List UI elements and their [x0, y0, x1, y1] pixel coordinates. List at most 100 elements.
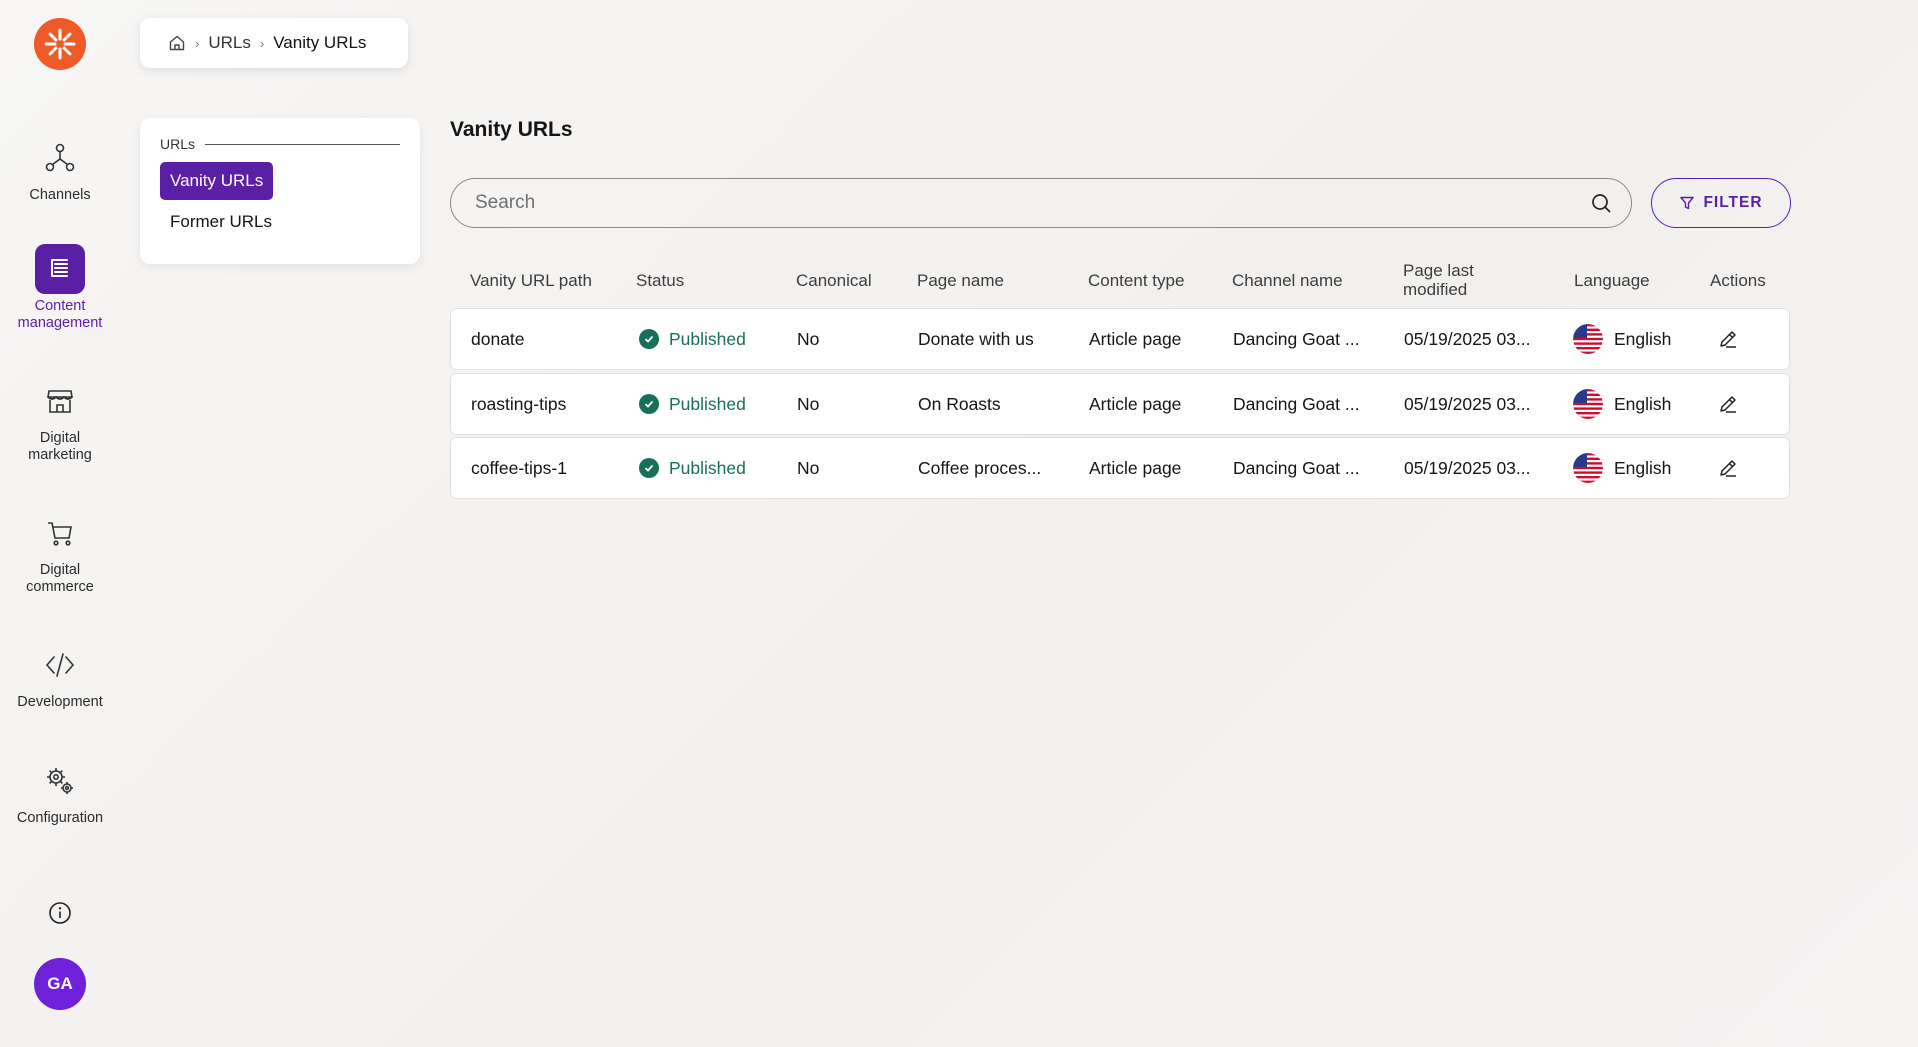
nav-label: marketing [28, 447, 92, 463]
cell-status: Published [639, 374, 746, 434]
home-icon[interactable] [168, 34, 186, 52]
cell-modified: 05/19/2025 03... [1404, 328, 1531, 349]
cell-path: donate [471, 328, 525, 349]
edit-button[interactable] [1715, 455, 1741, 481]
filter-icon [1680, 196, 1695, 210]
nav-label: Development [17, 694, 103, 710]
cell-canonical: No [797, 328, 820, 349]
column-header-actions: Actions [1710, 270, 1766, 290]
nav-development[interactable]: Development [0, 640, 120, 711]
page-title: Vanity URLs [450, 118, 573, 141]
pencil-icon [1720, 460, 1736, 477]
search-box [450, 178, 1632, 228]
cell-modified: 05/19/2025 03... [1404, 393, 1531, 414]
submenu-item-former-urls[interactable]: Former URLs [160, 204, 400, 240]
column-header-channel-name[interactable]: Channel name [1232, 258, 1343, 302]
check-circle-icon [639, 458, 659, 478]
cell-language: English [1573, 438, 1671, 498]
table-row[interactable]: donate Published No Donate with us Artic… [450, 308, 1790, 370]
cell-canonical: No [797, 457, 820, 478]
code-icon [35, 640, 85, 690]
submenu-group-header: URLs [160, 136, 400, 152]
nav-label: commerce [26, 579, 94, 595]
us-flag-icon [1573, 324, 1603, 354]
search-icon[interactable] [1589, 191, 1613, 215]
nav-configuration[interactable]: Configuration [0, 756, 120, 827]
pencil-icon [1720, 331, 1736, 348]
column-header-modified[interactable]: Page last modified [1403, 258, 1474, 302]
language-label: English [1614, 393, 1672, 414]
check-circle-icon [639, 394, 659, 414]
nav-content-management[interactable]: Content management [0, 244, 120, 332]
language-label: English [1614, 457, 1672, 478]
app-logo[interactable] [34, 18, 86, 70]
cell-path: roasting-tips [471, 393, 567, 414]
status-label: Published [669, 393, 746, 414]
nav-label: management [17, 315, 103, 331]
cell-channel-name: Dancing Goat ... [1233, 328, 1360, 349]
nav-digital-marketing[interactable]: Digital marketing [0, 376, 120, 464]
chevron-right-icon: › [259, 35, 265, 51]
column-header-content-type[interactable]: Content type [1088, 258, 1184, 302]
edit-button[interactable] [1715, 391, 1741, 417]
us-flag-icon [1573, 453, 1603, 483]
cell-content-type: Article page [1089, 328, 1182, 349]
main-navigation: Channels Content management Digital mark… [0, 0, 120, 1047]
cell-content-type: Article page [1089, 393, 1182, 414]
cart-icon [35, 508, 85, 558]
cell-channel-name: Dancing Goat ... [1233, 457, 1360, 478]
cell-page-name: On Roasts [918, 393, 1001, 414]
filter-button[interactable]: FILTER [1651, 178, 1791, 228]
nav-label: Configuration [16, 810, 104, 826]
check-circle-icon [639, 329, 659, 349]
breadcrumb-item-urls[interactable]: URLs [208, 33, 251, 53]
column-header-canonical[interactable]: Canonical [796, 258, 872, 302]
language-label: English [1614, 328, 1672, 349]
column-header-path[interactable]: Vanity URL path [470, 258, 592, 302]
divider [205, 143, 400, 145]
filter-label: FILTER [1703, 194, 1763, 211]
cell-language: English [1573, 374, 1671, 434]
cell-status: Published [639, 309, 746, 369]
breadcrumb-item-current: Vanity URLs [273, 33, 367, 52]
info-button[interactable] [47, 900, 73, 926]
nav-channels[interactable]: Channels [0, 133, 120, 204]
section-submenu: URLs Vanity URLs Former URLs [140, 118, 420, 264]
column-header-language[interactable]: Language [1574, 258, 1650, 302]
column-header-modified-line1: Page last [1403, 261, 1474, 280]
nav-digital-commerce[interactable]: Digital commerce [0, 508, 120, 596]
status-label: Published [669, 328, 746, 349]
cell-path: coffee-tips-1 [471, 457, 567, 478]
cell-actions [1715, 438, 1741, 498]
us-flag-icon [1573, 389, 1603, 419]
cell-canonical: No [797, 393, 820, 414]
status-label: Published [669, 457, 746, 478]
cell-modified: 05/19/2025 03... [1404, 457, 1531, 478]
cell-actions [1715, 374, 1741, 434]
table-row[interactable]: roasting-tips Published No On Roasts Art… [450, 373, 1790, 435]
column-header-status[interactable]: Status [636, 258, 684, 302]
user-avatar[interactable]: GA [34, 958, 86, 1010]
pencil-icon [1720, 396, 1736, 413]
gears-icon [35, 756, 85, 806]
cell-language: English [1573, 309, 1671, 369]
table-row[interactable]: coffee-tips-1 Published No Coffee proces… [450, 437, 1790, 499]
nav-label: Digital [39, 562, 81, 578]
nav-label: Content [34, 298, 86, 314]
cell-page-name: Coffee proces... [918, 457, 1042, 478]
search-input[interactable] [473, 191, 1589, 215]
chevron-right-icon: › [195, 35, 200, 51]
nav-label: Digital [39, 430, 81, 446]
nav-label: Channels [29, 187, 91, 203]
info-icon [49, 902, 71, 924]
logo-icon [44, 28, 76, 60]
cell-page-name: Donate with us [918, 328, 1034, 349]
column-header-modified-line2: modified [1403, 280, 1468, 299]
cell-status: Published [639, 438, 746, 498]
column-header-page-name[interactable]: Page name [917, 258, 1004, 302]
submenu-item-vanity-urls[interactable]: Vanity URLs [160, 162, 274, 200]
storefront-icon [35, 376, 85, 426]
cell-content-type: Article page [1089, 457, 1182, 478]
cell-channel-name: Dancing Goat ... [1233, 393, 1360, 414]
edit-button[interactable] [1715, 326, 1741, 352]
